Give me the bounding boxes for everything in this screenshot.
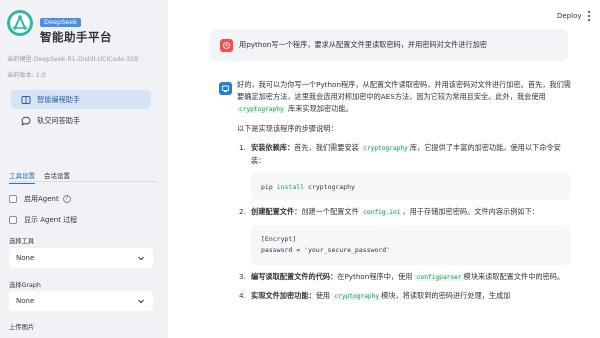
select-tool-label: 选择工具 xyxy=(9,238,35,245)
assistant-intro: 好的，我可以为你写一个Python程序，从配置文件读取密码，并用该密码对文件进行… xyxy=(237,80,571,113)
show-agent-process-row: 显示 Agent 过程 xyxy=(9,215,77,225)
user-avatar-icon xyxy=(220,38,233,52)
chevron-down-icon xyxy=(138,256,144,261)
book-icon xyxy=(21,95,31,105)
chat-bubble-icon xyxy=(21,116,31,126)
chevron-down-icon xyxy=(138,299,144,304)
list-item: 1. 安装依赖库：首先，我们需要安装 cryptography 库，它提供了丰富的… xyxy=(237,142,571,200)
assistant-avatar-icon xyxy=(219,82,232,95)
nav-item-label: 智能编程助手 xyxy=(37,94,81,104)
brand-title: 智能助手平台 xyxy=(40,30,112,44)
steps-list: 1. 安装依赖库：首先，我们需要安装 cryptography 库，它提供了丰富的… xyxy=(237,142,571,303)
current-version: 当前版本: 1.0 xyxy=(7,72,46,79)
inline-code: cryptography xyxy=(332,293,382,300)
select-tool-dropdown[interactable]: None xyxy=(9,248,153,268)
brand-badge: DeepSeek xyxy=(40,18,82,27)
list-item: 3. 编写读取配置文件的代码：在Python程序中，使用 configparse… xyxy=(239,272,565,281)
user-message: 用python写一个程序，要求从配置文件里读取密码，并用密码对文件进行加密 xyxy=(210,29,568,61)
brand: DeepSeek 智能助手平台 xyxy=(6,9,112,45)
select-tool-value: None xyxy=(16,254,35,262)
list-item: 2. 创建配置文件：创建一个配置文件 config.ini ，用于存储加密密码。文… xyxy=(237,206,571,265)
inline-code: configparser xyxy=(414,274,464,281)
tabs-divider xyxy=(9,181,157,182)
nav-item-label: 轨交问答助手 xyxy=(37,115,81,125)
nav-item-rail-qa-assistant[interactable]: 轨交问答助手 xyxy=(11,111,151,130)
list-item: 4. 实现文件加密功能：使用 cryptography 模块，将读取到的密码进行处… xyxy=(239,291,511,300)
deploy-button[interactable]: Deploy xyxy=(557,12,582,20)
show-agent-process-label: 显示 Agent 过程 xyxy=(24,216,78,224)
current-model: 当前模型:DeepSeek-R1-Distill-UCICode-32B xyxy=(7,56,139,63)
inline-code: cryptography xyxy=(361,145,410,152)
upload-image-label: 上传图片 xyxy=(9,324,35,331)
nav-item-coding-assistant[interactable]: 智能编程助手 xyxy=(11,90,151,109)
inline-code: config.ini xyxy=(361,209,403,216)
select-graph-dropdown[interactable]: None xyxy=(9,291,153,311)
more-menu-icon[interactable] xyxy=(586,10,592,22)
assistant-message: 好的，我可以为你写一个Python程序，从配置文件读取密码，并用该密码对文件进行… xyxy=(237,79,571,309)
show-agent-process-checkbox[interactable] xyxy=(9,216,17,224)
code-block-config: [Encrypt] password = 'your_secure_passwo… xyxy=(251,225,571,265)
assistant-steps-intro: 以下是实现该程序的步骤说明： xyxy=(237,124,338,133)
select-graph-label: 选择Graph xyxy=(9,282,41,289)
user-message-text: 用python写一个程序，要求从配置文件里读取密码，并用密码对文件进行加密 xyxy=(239,40,487,49)
logo-icon xyxy=(7,10,33,36)
inline-code: cryptography xyxy=(237,106,286,113)
enable-agent-checkbox[interactable] xyxy=(9,195,17,203)
code-block-pip: pip install cryptography xyxy=(251,173,571,200)
enable-agent-row: 启用Agent ? xyxy=(9,194,71,204)
enable-agent-label: 启用Agent xyxy=(24,195,59,203)
help-icon[interactable]: ? xyxy=(62,195,71,203)
select-graph-value: None xyxy=(16,297,35,305)
sidebar: DeepSeek 智能助手平台 当前模型:DeepSeek-R1-Distill… xyxy=(0,0,168,338)
